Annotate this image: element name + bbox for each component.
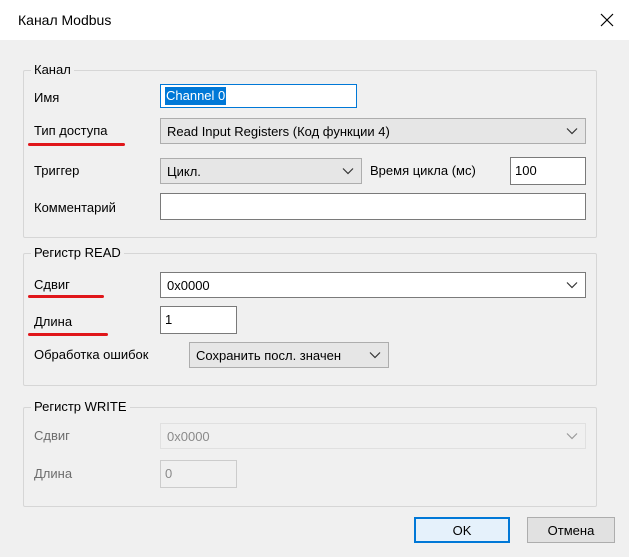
write-offset-select[interactable]: 0x0000: [160, 423, 586, 449]
cycle-time-value: 100: [515, 163, 537, 178]
read-offset-label: Сдвиг: [34, 277, 70, 292]
read-length-input[interactable]: 1: [160, 306, 237, 334]
trigger-label: Триггер: [34, 163, 80, 178]
chevron-down-icon: [368, 350, 382, 360]
trigger-select[interactable]: Цикл.: [160, 158, 362, 184]
chevron-down-icon: [341, 166, 355, 176]
write-length-label: Длина: [34, 466, 73, 481]
channel-group-legend: Канал: [31, 62, 74, 78]
write-offset-label: Сдвиг: [34, 428, 70, 443]
read-length-annotation: [28, 333, 108, 336]
read-length-value: 1: [165, 312, 173, 327]
title-bar: Канал Modbus: [0, 0, 629, 40]
trigger-value: Цикл.: [167, 163, 201, 179]
read-offset-value: 0x0000: [167, 277, 210, 293]
access-type-select[interactable]: Read Input Registers (Код функции 4): [160, 118, 586, 144]
window-title: Канал Modbus: [18, 12, 112, 28]
chevron-down-icon: [565, 126, 579, 136]
error-handling-label: Обработка ошибок: [34, 347, 149, 362]
write-register-group: Регистр WRITE: [23, 399, 597, 507]
name-input[interactable]: Channel 0: [160, 84, 357, 108]
write-length-input[interactable]: 0: [160, 460, 237, 488]
read-offset-select[interactable]: 0x0000: [160, 272, 586, 298]
ok-button-label: OK: [452, 522, 472, 538]
access-type-label: Тип доступа: [34, 123, 108, 138]
name-input-value: Channel 0: [165, 87, 227, 105]
name-label: Имя: [34, 90, 60, 105]
close-button[interactable]: [592, 6, 622, 34]
error-handling-value: Сохранить посл. значен: [196, 347, 342, 363]
chevron-down-icon: [565, 280, 579, 290]
write-length-value: 0: [165, 466, 173, 481]
dialog-client-area: Канал Имя Channel 0 Тип доступа Read Inp…: [0, 40, 629, 557]
close-icon: [600, 13, 614, 27]
access-type-annotation: [28, 143, 125, 146]
chevron-down-icon: [565, 431, 579, 441]
ok-button[interactable]: OK: [414, 517, 510, 543]
cycle-time-input[interactable]: 100: [510, 157, 586, 185]
write-offset-value: 0x0000: [167, 428, 210, 444]
read-offset-annotation: [28, 295, 104, 298]
access-type-value: Read Input Registers (Код функции 4): [167, 123, 390, 139]
cancel-button[interactable]: Отмена: [527, 517, 615, 543]
cancel-button-label: Отмена: [547, 522, 595, 538]
read-group-legend: Регистр READ: [31, 245, 124, 261]
error-handling-select[interactable]: Сохранить посл. значен: [189, 342, 389, 368]
write-group-legend: Регистр WRITE: [31, 399, 130, 415]
comment-label: Комментарий: [34, 200, 116, 215]
read-length-label: Длина: [34, 314, 73, 329]
comment-input[interactable]: [160, 193, 586, 220]
cycle-time-label: Время цикла (мс): [370, 163, 476, 178]
